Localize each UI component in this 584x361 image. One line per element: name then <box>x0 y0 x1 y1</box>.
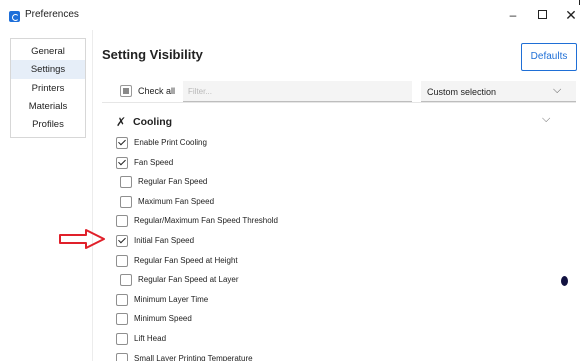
setting-label: Small Layer Printing Temperature <box>134 353 253 361</box>
setting-label: Regular/Maximum Fan Speed Threshold <box>134 216 278 226</box>
defaults-button[interactable]: Defaults <box>521 43 577 71</box>
setting-label: Lift Head <box>134 334 167 343</box>
setting-checkbox[interactable] <box>116 333 128 345</box>
nav-item-materials[interactable]: Materials <box>11 97 85 116</box>
check-all-label[interactable]: Check all <box>138 86 175 96</box>
setting-label: Fan Speed <box>134 157 174 167</box>
app-icon <box>9 11 20 22</box>
setting-checkbox[interactable] <box>116 215 128 228</box>
setting-checkbox[interactable] <box>116 235 128 247</box>
scrollbar-handle[interactable] <box>561 276 568 286</box>
visibility-select-value: Custom selection <box>427 87 497 97</box>
category-cooling[interactable]: ✗ Cooling ⌵ <box>102 108 576 134</box>
maximize-icon <box>537 10 547 20</box>
setting-row[interactable]: Regular Fan Speed at Height <box>116 252 536 271</box>
setting-row[interactable]: Regular Fan Speed <box>120 173 540 192</box>
setting-checkbox[interactable] <box>120 195 132 208</box>
setting-label: Regular Fan Speed at Layer <box>138 275 239 285</box>
close-button[interactable]: ✕ <box>560 5 582 25</box>
setting-checkbox[interactable] <box>116 156 128 169</box>
window-edge-mark <box>579 0 580 5</box>
chevron-down-icon: ⌵ <box>542 113 551 125</box>
check-all-checkbox[interactable] <box>120 85 132 97</box>
preferences-nav: General Settings Printers Materials Prof… <box>10 38 86 138</box>
nav-item-settings[interactable]: Settings <box>11 60 85 79</box>
setting-label: Minimum Speed <box>134 314 192 324</box>
setting-label: Regular Fan Speed at Height <box>134 255 238 265</box>
setting-checkbox[interactable] <box>116 254 128 267</box>
chevron-down-icon: ⌵ <box>553 84 562 96</box>
setting-label: Maximum Fan Speed <box>138 196 215 206</box>
window-title: Preferences <box>25 9 79 20</box>
setting-row[interactable]: Enable Print Cooling <box>116 134 536 153</box>
setting-row[interactable]: Maximum Fan Speed <box>120 193 540 212</box>
divider <box>102 102 576 103</box>
panel-divider <box>92 30 93 361</box>
setting-row[interactable]: Initial Fan Speed <box>116 232 536 251</box>
setting-checkbox[interactable] <box>116 313 128 326</box>
nav-item-profiles[interactable]: Profiles <box>11 115 85 134</box>
setting-label: Enable Print Cooling <box>134 138 207 147</box>
setting-row[interactable]: Minimum Layer Time <box>116 291 536 310</box>
setting-label: Initial Fan Speed <box>134 236 195 245</box>
nav-item-general[interactable]: General <box>11 42 85 61</box>
category-label: Cooling <box>133 116 173 128</box>
fan-icon: ✗ <box>116 115 127 129</box>
setting-label: Minimum Layer Time <box>134 294 209 304</box>
setting-row[interactable]: Small Layer Printing Temperature <box>116 350 536 361</box>
setting-checkbox[interactable] <box>120 274 132 287</box>
setting-checkbox[interactable] <box>116 293 128 306</box>
setting-row[interactable]: Regular Fan Speed at Layer <box>120 271 540 290</box>
visibility-select[interactable]: Custom selection ⌵ <box>421 81 576 102</box>
title-bar: Preferences – ✕ <box>0 0 584 30</box>
annotation-arrow-icon <box>59 229 105 249</box>
nav-item-printers[interactable]: Printers <box>11 79 85 98</box>
setting-row[interactable]: Minimum Speed <box>116 310 536 329</box>
settings-list: ✗ Cooling ⌵ Enable Print Cooling Fan Spee… <box>102 108 576 361</box>
setting-row[interactable]: Regular/Maximum Fan Speed Threshold <box>116 212 536 231</box>
setting-row[interactable]: Lift Head <box>116 330 536 349</box>
setting-checkbox[interactable] <box>116 137 128 149</box>
setting-row[interactable]: Fan Speed <box>116 154 536 173</box>
minimize-button[interactable]: – <box>502 5 524 25</box>
setting-checkbox[interactable] <box>120 176 132 189</box>
setting-checkbox[interactable] <box>116 352 128 361</box>
page-title: Setting Visibility <box>102 47 203 62</box>
filter-input[interactable] <box>183 81 412 102</box>
maximize-button[interactable] <box>531 5 553 25</box>
setting-label: Regular Fan Speed <box>138 177 208 187</box>
